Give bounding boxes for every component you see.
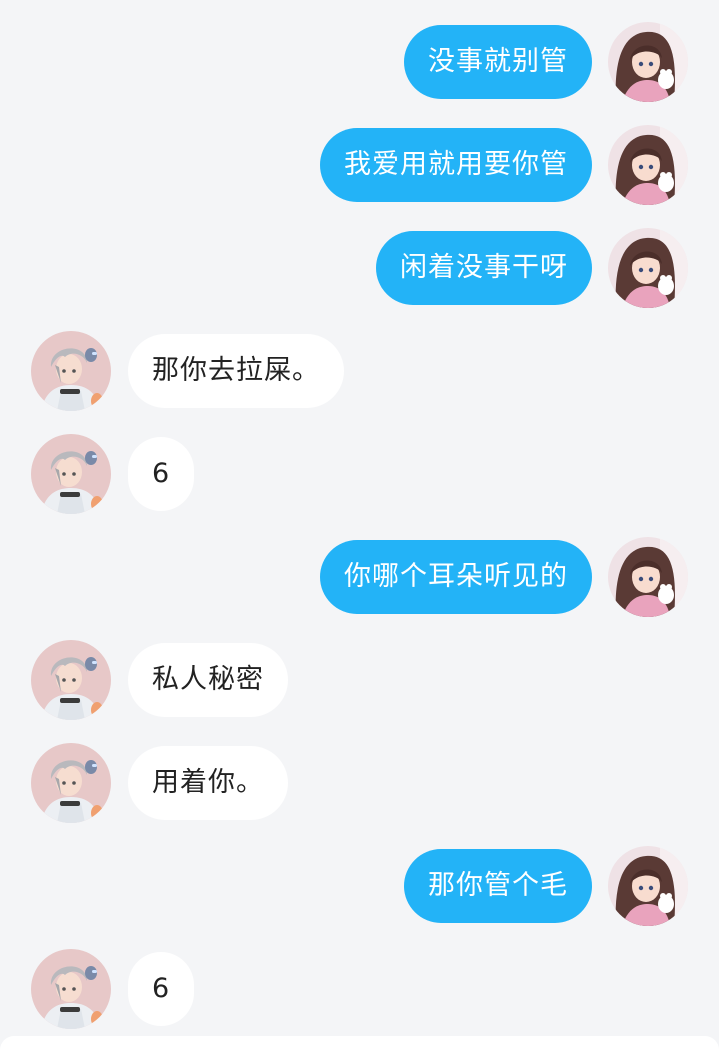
- anime-girl-avatar-icon[interactable]: [608, 22, 688, 102]
- message-bubble-incoming[interactable]: 6: [128, 437, 195, 511]
- message-row-incoming: 那你去拉屎。: [0, 331, 719, 411]
- message-bubble-outgoing[interactable]: 那你管个毛: [404, 849, 592, 923]
- anime-boy-avatar-icon[interactable]: [31, 434, 111, 514]
- anime-girl-avatar-icon[interactable]: [608, 228, 688, 308]
- message-bubble-outgoing[interactable]: 我爱用就用要你管: [320, 128, 592, 202]
- message-row-incoming: 6: [0, 949, 719, 1029]
- message-bubble-incoming[interactable]: 私人秘密: [128, 643, 288, 717]
- message-row-outgoing: 闲着没事干呀: [0, 228, 719, 308]
- message-row-incoming: 用着你。: [0, 743, 719, 823]
- anime-boy-avatar-icon[interactable]: [31, 949, 111, 1029]
- message-bubble-outgoing[interactable]: 你哪个耳朵听见的: [320, 540, 592, 614]
- message-bubble-outgoing[interactable]: 闲着没事干呀: [376, 231, 592, 305]
- message-bubble-incoming[interactable]: 用着你。: [128, 746, 288, 820]
- message-bubble-incoming[interactable]: 6: [128, 952, 195, 1026]
- message-row-incoming: 私人秘密: [0, 640, 719, 720]
- message-row-outgoing: 我爱用就用要你管: [0, 125, 719, 205]
- message-row-outgoing: 你哪个耳朵听见的: [0, 537, 719, 617]
- message-row-incoming: 6: [0, 434, 719, 514]
- message-row-outgoing: 没事就别管: [0, 22, 719, 102]
- input-panel-edge[interactable]: [0, 1036, 719, 1050]
- anime-girl-avatar-icon[interactable]: [608, 125, 688, 205]
- message-bubble-outgoing[interactable]: 没事就别管: [404, 25, 592, 99]
- message-bubble-incoming[interactable]: 那你去拉屎。: [128, 334, 344, 408]
- chat-message-list[interactable]: 没事就别管 我爱用就用要你管 闲着没事干呀 那你去拉屎。 6 你哪个耳朵听见的 …: [0, 0, 719, 1050]
- message-row-outgoing: 那你管个毛: [0, 846, 719, 926]
- anime-boy-avatar-icon[interactable]: [31, 640, 111, 720]
- anime-boy-avatar-icon[interactable]: [31, 743, 111, 823]
- anime-girl-avatar-icon[interactable]: [608, 537, 688, 617]
- anime-girl-avatar-icon[interactable]: [608, 846, 688, 926]
- anime-boy-avatar-icon[interactable]: [31, 331, 111, 411]
